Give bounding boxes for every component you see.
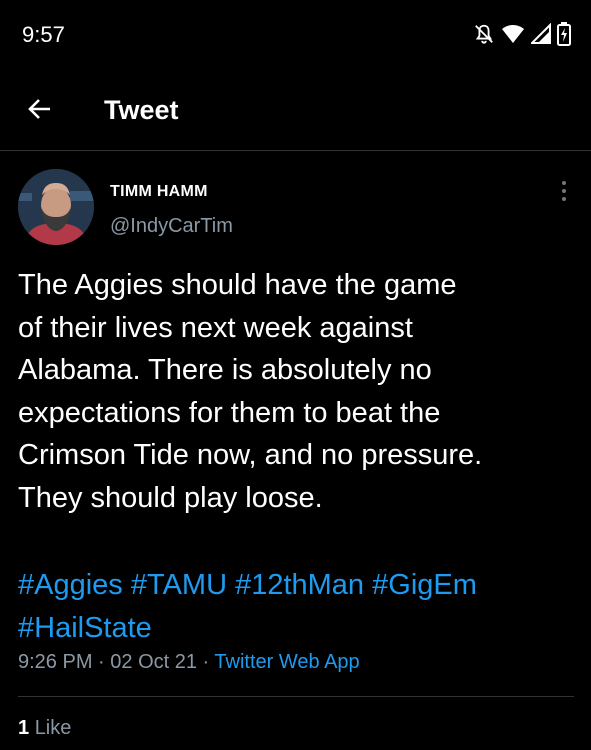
tweet-text-line: Alabama. There is absolutely no [18, 354, 432, 386]
avatar[interactable] [18, 169, 94, 245]
hashtag-link[interactable]: #12thMan [235, 569, 364, 601]
hashtag-link[interactable]: #Aggies [18, 569, 123, 601]
tweet-meta: 9:26 PM · 02 Oct 21 · Twitter Web App [18, 651, 360, 674]
hashtag-link[interactable]: #HailState [18, 612, 152, 644]
tweet-text-line: of their lives next week against [18, 311, 413, 344]
hashtags: #Aggies #TAMU #12thMan #GigEm #HailState [18, 564, 578, 649]
status-time: 9:57 [22, 22, 65, 47]
status-bar: 9:57 [0, 0, 591, 72]
tweet-text-line: The Aggies should have the game [18, 269, 457, 301]
meta-separator: · [92, 651, 111, 673]
tweet-text: The Aggies should have the game of their… [18, 264, 578, 519]
likes-link[interactable]: 1 Like [18, 717, 71, 740]
meta-separator: · [196, 651, 215, 673]
author-handle[interactable]: @IndyCarTim [110, 215, 233, 238]
arrow-left-icon [27, 96, 53, 127]
likes-label: Like [34, 717, 72, 739]
tweet-text-line: Crimson Tide now, and no pressure. [18, 439, 483, 471]
more-vertical-icon [562, 181, 566, 185]
likes-count: 1 [18, 717, 30, 739]
wifi-icon [501, 23, 525, 45]
tweet-time: 9:26 PM [18, 651, 93, 673]
tweet-date: 02 Oct 21 [110, 651, 197, 673]
page-title: Tweet [104, 95, 179, 125]
avatar-image [18, 169, 94, 245]
signal-icon [531, 23, 551, 45]
more-options-button[interactable] [552, 179, 576, 203]
divider [18, 696, 574, 697]
hashtag-link[interactable]: #GigEm [372, 569, 477, 601]
tweet-source-link[interactable]: Twitter Web App [214, 651, 359, 673]
author-name[interactable]: TIMM HAMM [110, 183, 208, 201]
tweet-text-line: They should play loose. [18, 481, 323, 514]
bell-off-icon [473, 23, 495, 45]
app-bar: Tweet [0, 72, 591, 151]
status-icons [473, 22, 571, 46]
tweet-text-line: expectations for them to beat the [18, 396, 441, 429]
back-button[interactable] [16, 90, 64, 132]
hashtag-link[interactable]: #TAMU [131, 569, 227, 601]
battery-charging-icon [557, 22, 571, 46]
